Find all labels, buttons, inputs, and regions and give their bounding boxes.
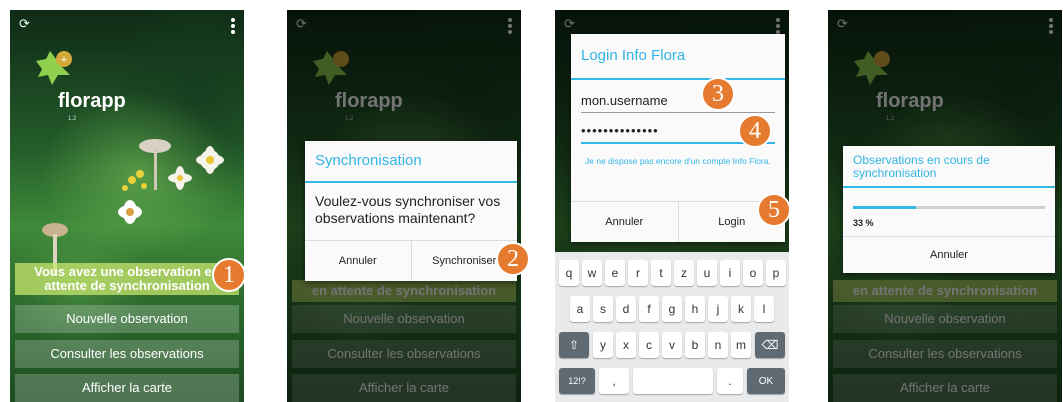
new-observation-button[interactable]: Nouvelle observation <box>292 305 516 333</box>
step-badge-4: 4 <box>738 114 772 148</box>
pending-sync-button[interactable]: Vous avez une observation en attente de … <box>15 263 239 295</box>
keyboard-row-1: qwertzuiop <box>555 260 789 286</box>
screen-sync-confirm: ⟳ florapp 1.2 en attente de synchronisat… <box>287 10 521 402</box>
app-name: florapp <box>876 90 944 112</box>
svg-text:+: + <box>61 54 67 66</box>
backspace-key-icon[interactable]: ⌫ <box>755 332 785 358</box>
app-name: florapp <box>58 90 126 112</box>
space-key[interactable] <box>633 368 713 394</box>
overflow-menu-icon[interactable] <box>508 18 512 34</box>
sync-dialog: Synchronisation Voulez-vous synchroniser… <box>305 141 517 281</box>
ok-key[interactable]: OK <box>747 368 785 394</box>
key-y[interactable]: y <box>593 332 613 358</box>
florapp-logo-icon <box>313 51 349 85</box>
key-x[interactable]: x <box>616 332 636 358</box>
screen-login: ⟳ Login Info Flora mon.username ••••••••… <box>555 10 789 402</box>
app-version: 1.2 <box>345 116 354 122</box>
key-l[interactable]: l <box>754 296 774 322</box>
key-i[interactable]: i <box>720 260 740 286</box>
key-g[interactable]: g <box>662 296 682 322</box>
florapp-logo-icon: + <box>36 51 72 85</box>
view-observations-button[interactable]: Consulter les observations <box>833 340 1057 368</box>
screen-sync-progress: ⟳ florapp 1.2 en attente de synchronisat… <box>828 10 1062 402</box>
sync-status-icon: ⟳ <box>837 16 848 31</box>
step-badge-2: 2 <box>496 242 530 276</box>
overflow-menu-icon[interactable] <box>1049 18 1053 34</box>
overflow-menu-icon[interactable] <box>231 18 235 34</box>
key-z[interactable]: z <box>674 260 694 286</box>
step-badge-1: 1 <box>212 258 246 292</box>
key-n[interactable]: n <box>708 332 728 358</box>
key-r[interactable]: r <box>628 260 648 286</box>
keyboard-row-4: 12!? , . OK <box>555 368 789 394</box>
app-version: 1.2 <box>886 116 895 122</box>
key-m[interactable]: m <box>731 332 751 358</box>
key-v[interactable]: v <box>662 332 682 358</box>
dialog-title: Synchronisation <box>315 152 422 169</box>
progress-bar <box>853 206 1045 209</box>
sync-status-icon: ⟳ <box>564 16 575 31</box>
key-u[interactable]: u <box>697 260 717 286</box>
symbols-key[interactable]: 12!? <box>559 368 595 394</box>
key-o[interactable]: o <box>743 260 763 286</box>
cancel-button[interactable]: Annuler <box>843 237 1055 273</box>
view-observations-button[interactable]: Consulter les observations <box>292 340 516 368</box>
pending-sync-button[interactable]: en attente de synchronisation <box>833 280 1057 302</box>
view-observations-button[interactable]: Consulter les observations <box>15 340 239 368</box>
soft-keyboard: qwertzuiop asdfghjkl ⇧ ⌫ yxcvbnm 12!? , … <box>555 252 789 402</box>
new-observation-button[interactable]: Nouvelle observation <box>833 305 1057 333</box>
step-badge-5: 5 <box>757 193 791 227</box>
key-s[interactable]: s <box>593 296 613 322</box>
overflow-menu-icon[interactable] <box>776 18 780 34</box>
progress-label: 33 % <box>853 218 874 228</box>
dialog-title: Login Info Flora <box>581 47 686 64</box>
dialog-message: Voulez-vous synchroniser vos observation… <box>315 193 501 226</box>
sync-status-icon: ⟳ <box>19 16 30 31</box>
key-f[interactable]: f <box>639 296 659 322</box>
dialog-buttons: Annuler <box>843 236 1055 273</box>
new-observation-button[interactable]: Nouvelle observation <box>15 305 239 333</box>
dialog-divider <box>843 186 1055 188</box>
sync-progress-dialog: Observations en cours de synchronisation… <box>843 146 1055 273</box>
cancel-button[interactable]: Annuler <box>571 202 678 242</box>
key-w[interactable]: w <box>582 260 602 286</box>
florapp-logo-icon <box>854 51 890 85</box>
key-c[interactable]: c <box>639 332 659 358</box>
show-map-button[interactable]: Afficher la carte <box>292 374 516 402</box>
dialog-divider <box>571 78 785 80</box>
keyboard-row-3: ⇧ ⌫ yxcvbnm <box>555 332 789 358</box>
show-map-button[interactable]: Afficher la carte <box>833 374 1057 402</box>
step-badge-3: 3 <box>701 77 735 111</box>
username-field[interactable]: mon.username <box>581 90 775 113</box>
key-h[interactable]: h <box>685 296 705 322</box>
key-j[interactable]: j <box>708 296 728 322</box>
cancel-button[interactable]: Annuler <box>305 241 411 281</box>
no-account-link[interactable]: Je ne dispose pas encore d'un compte Inf… <box>585 156 771 167</box>
show-map-button[interactable]: Afficher la carte <box>15 374 239 402</box>
period-key[interactable]: . <box>717 368 743 394</box>
sync-status-icon: ⟳ <box>296 16 307 31</box>
key-k[interactable]: k <box>731 296 751 322</box>
key-e[interactable]: e <box>605 260 625 286</box>
flower-illustration <box>118 139 224 224</box>
shift-key-icon[interactable]: ⇧ <box>559 332 589 358</box>
screen-home: ⟳ + florapp 1.2 Vous avez une observatio… <box>10 10 244 402</box>
app-name: florapp <box>335 90 403 112</box>
dialog-title: Observations en cours de synchronisation <box>853 153 990 180</box>
dialog-buttons: Annuler Login <box>571 201 785 242</box>
comma-key[interactable]: , <box>599 368 629 394</box>
pending-sync-button[interactable]: en attente de synchronisation <box>292 280 516 302</box>
key-a[interactable]: a <box>570 296 590 322</box>
key-d[interactable]: d <box>616 296 636 322</box>
key-t[interactable]: t <box>651 260 671 286</box>
dialog-buttons: Annuler Synchroniser <box>305 240 517 281</box>
app-version: 1.2 <box>68 116 77 122</box>
key-b[interactable]: b <box>685 332 705 358</box>
progress-bar-fill <box>853 206 917 209</box>
key-q[interactable]: q <box>559 260 579 286</box>
key-p[interactable]: p <box>766 260 786 286</box>
keyboard-row-2: asdfghjkl <box>555 296 789 322</box>
